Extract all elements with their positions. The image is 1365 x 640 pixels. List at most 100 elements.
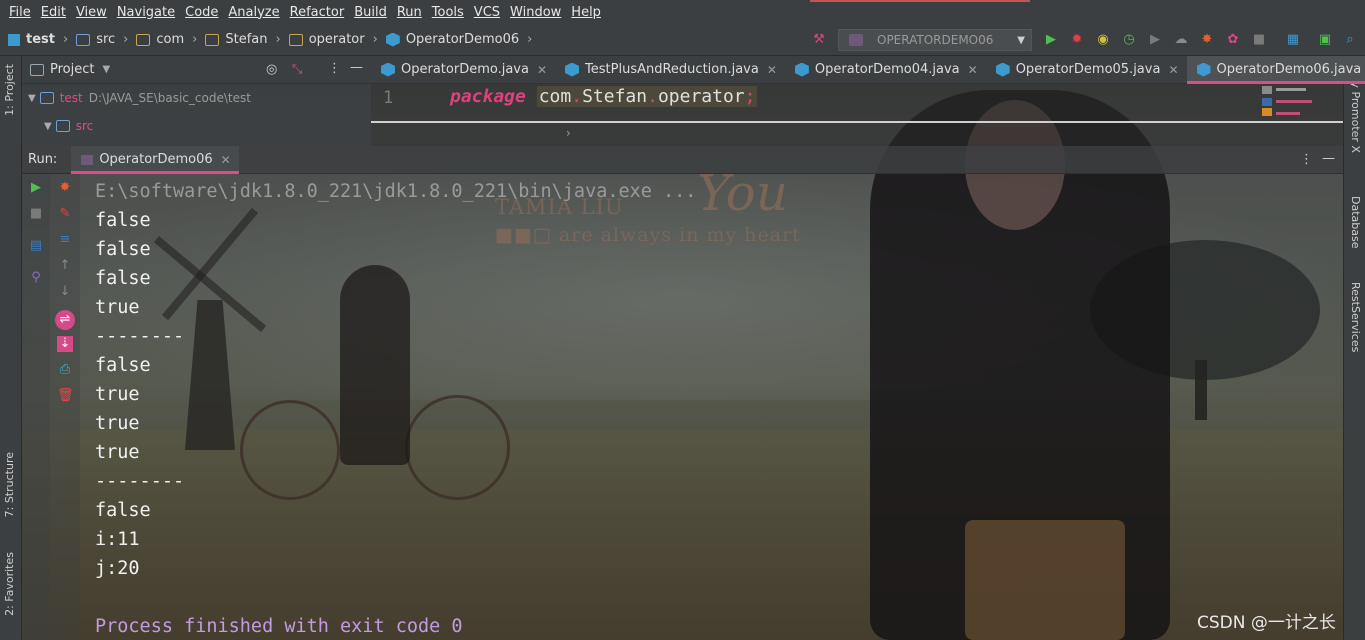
print-icon[interactable]: ⎙ — [57, 362, 73, 378]
console-line: true — [95, 297, 140, 318]
debug-icon[interactable]: ✹ — [1070, 33, 1084, 47]
pkg-dot: . — [647, 86, 658, 107]
project-title[interactable]: Project — [50, 62, 94, 77]
breadcrumb-src[interactable]: src › — [76, 32, 128, 47]
menu-edit[interactable]: Edit — [36, 5, 71, 20]
more-options-icon[interactable]: ⋮ — [328, 61, 341, 76]
tab-rest-services[interactable]: RestServices — [1349, 282, 1362, 352]
project-structure-icon[interactable]: ▦ — [1286, 33, 1300, 47]
debug-restart-icon[interactable]: ✸ — [57, 180, 73, 196]
breadcrumb-class[interactable]: OperatorDemo06 › — [385, 32, 532, 47]
tab-database[interactable]: Database — [1349, 196, 1362, 249]
close-icon[interactable]: ✕ — [537, 63, 547, 77]
run-configuration-select[interactable]: OPERATORDEMO06 ▼ — [838, 29, 1032, 51]
tab-favorites[interactable]: 2: Favorites — [3, 552, 16, 616]
locate-icon[interactable]: ◎ — [266, 62, 277, 77]
source-folder-icon — [76, 33, 91, 46]
run-label: Run: — [28, 152, 58, 167]
window-title-accent — [810, 0, 1030, 2]
menu-window[interactable]: Window — [505, 5, 566, 20]
stop-icon[interactable]: ■ — [28, 206, 44, 222]
editor-tab-bar: OperatorDemo.java ✕ TestPlusAndReduction.… — [371, 55, 1365, 84]
menu-navigate[interactable]: Navigate — [112, 5, 180, 20]
tab-structure[interactable]: 7: Structure — [3, 452, 16, 517]
menu-build[interactable]: Build — [349, 5, 392, 20]
console-exit-line: Process finished with exit code 0 — [95, 616, 463, 637]
menu-view[interactable]: View — [71, 5, 112, 20]
run-icon[interactable]: ▶ — [1044, 33, 1058, 47]
soft-wrap-icon[interactable]: ⇌ — [55, 310, 75, 330]
sort-icon[interactable]: ≡ — [57, 232, 73, 248]
project-header: Project ▼ ◎ ⤡ ⋮ — — [22, 56, 371, 84]
more-options-icon[interactable]: ⋮ — [1300, 152, 1313, 167]
chevron-right-icon: › — [123, 32, 129, 47]
menu-code[interactable]: Code — [180, 5, 223, 20]
scroll-to-end-icon[interactable]: ⇣ — [57, 336, 73, 352]
close-icon[interactable]: ✕ — [221, 153, 231, 167]
breadcrumb-test[interactable]: test › — [8, 32, 68, 47]
hammer-icon[interactable]: ⚒ — [812, 33, 826, 47]
close-icon[interactable]: ✕ — [968, 63, 978, 77]
close-icon[interactable]: ✕ — [1168, 63, 1178, 77]
close-icon[interactable]: ✕ — [767, 63, 777, 77]
minimize-icon[interactable]: — — [1322, 151, 1335, 166]
code-minimap[interactable] — [1258, 84, 1318, 124]
chevron-down-icon: ▼ — [1017, 34, 1025, 46]
tab-project[interactable]: 1: Project — [3, 64, 16, 116]
search-everywhere-icon[interactable]: ⌕ — [1343, 33, 1357, 47]
fold-caret[interactable]: › — [566, 126, 571, 140]
keyword-package: package — [450, 86, 526, 107]
code-line[interactable]: package com.Stefan.operator; — [450, 86, 758, 107]
menu-tools[interactable]: Tools — [427, 5, 469, 20]
attach-icon[interactable]: ☁ — [1174, 33, 1188, 47]
stop-icon[interactable]: ■ — [1252, 33, 1266, 47]
tab-testplusandreduction[interactable]: TestPlusAndReduction.java ✕ — [555, 56, 785, 84]
chevron-down-icon[interactable]: ▼ — [102, 64, 110, 75]
tab-operatordemo[interactable]: OperatorDemo.java ✕ — [371, 56, 555, 84]
project-view-icon — [30, 63, 44, 76]
source-folder-icon — [55, 120, 70, 132]
run-disabled-icon[interactable]: ▶ — [1148, 33, 1162, 47]
breadcrumb-stefan[interactable]: Stefan › — [205, 32, 281, 47]
tab-operatordemo04[interactable]: OperatorDemo04.java ✕ — [785, 56, 986, 84]
menu-vcs[interactable]: VCS — [469, 5, 505, 20]
tab-operatordemo05[interactable]: OperatorDemo05.java ✕ — [986, 56, 1187, 84]
collapse-all-icon[interactable]: ⤡ — [292, 62, 302, 77]
breadcrumb-operator[interactable]: operator › — [288, 32, 378, 47]
tab-label: OperatorDemo06.java — [1216, 62, 1362, 77]
terminal-icon[interactable]: ▣ — [1318, 33, 1332, 47]
menu-help[interactable]: Help — [566, 5, 606, 20]
menu-edit-label: Edit — [40, 4, 66, 20]
profile-icon[interactable]: ◷ — [1122, 33, 1136, 47]
menu-file[interactable]: File — [4, 5, 36, 20]
tab-operatordemo06[interactable]: OperatorDemo06.java✕ — [1186, 55, 1365, 84]
coverage-icon[interactable]: ◉ — [1096, 33, 1110, 47]
minimize-icon[interactable]: — — [350, 60, 363, 75]
layout-icon[interactable]: ▤ — [28, 238, 44, 254]
hot-swap-icon[interactable]: ✸ — [1200, 33, 1214, 47]
menu-run[interactable]: Run — [392, 5, 427, 20]
chevron-right-icon: › — [192, 32, 198, 47]
tree-item-src[interactable]: ▼ src — [22, 112, 371, 140]
edit-config-icon[interactable]: ✎ — [57, 206, 73, 222]
console-command-line: E:\software\jdk1.8.0_221\jdk1.8.0_221\bi… — [95, 181, 697, 202]
menu-analyze[interactable]: Analyze — [223, 5, 284, 20]
plugin-icon[interactable]: ✿ — [1226, 33, 1240, 47]
menu-refactor[interactable]: Refactor — [285, 5, 350, 20]
folder-icon — [205, 33, 220, 46]
trash-icon[interactable]: 🗑 — [57, 388, 74, 404]
arrow-down-icon[interactable]: ↓ — [57, 284, 73, 300]
pin-icon[interactable]: ⚲ — [28, 270, 44, 286]
package-name: com.Stefan.operator; — [536, 86, 758, 107]
breadcrumb-com[interactable]: com › — [136, 32, 197, 47]
run-tab-operatordemo06[interactable]: OperatorDemo06 ✕ — [71, 145, 240, 174]
tab-label: TestPlusAndReduction.java — [585, 62, 759, 77]
statement-end: ; — [744, 86, 756, 107]
tree-item-test[interactable]: ▼ test D:\JAVA_SE\basic_code\test — [22, 84, 371, 112]
class-icon — [1196, 62, 1211, 77]
rerun-icon[interactable]: ▶ — [28, 180, 44, 196]
console-output[interactable]: E:\software\jdk1.8.0_221\jdk1.8.0_221\bi… — [95, 177, 696, 640]
arrow-up-icon[interactable]: ↑ — [57, 258, 73, 274]
menu-window-label: Window — [510, 4, 562, 20]
console-line: i:11 — [95, 529, 140, 550]
